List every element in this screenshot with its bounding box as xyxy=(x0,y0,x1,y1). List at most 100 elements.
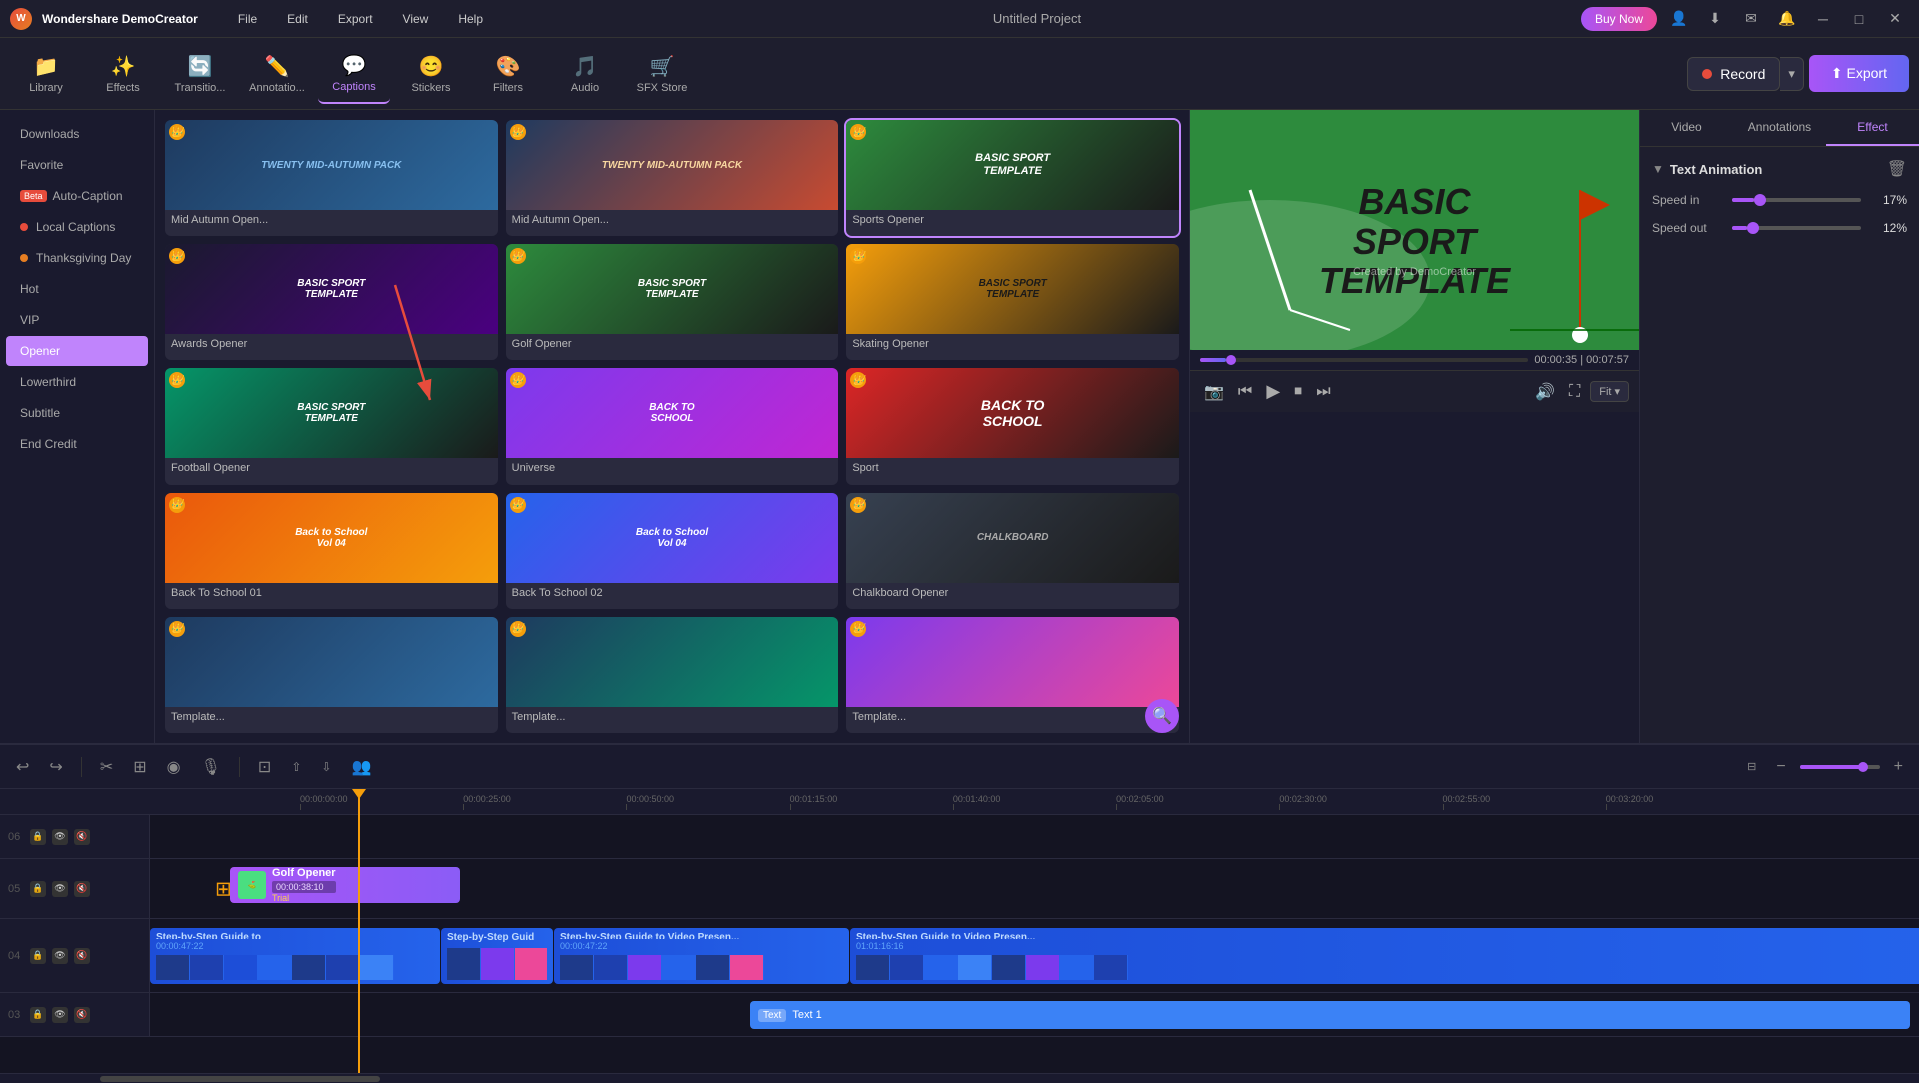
maximize-button[interactable]: □ xyxy=(1845,5,1873,33)
people-button[interactable]: 👥 xyxy=(345,753,377,781)
user-icon[interactable]: 👤 xyxy=(1665,5,1693,33)
bell-icon[interactable]: 🔔 xyxy=(1773,5,1801,33)
template-more2[interactable]: 👑 Template... xyxy=(506,617,839,733)
menu-file[interactable]: File xyxy=(228,8,267,30)
golf-opener-clip[interactable]: ⛳ Golf Opener 00:00:38:10 Trial xyxy=(230,867,460,903)
track-04-eye[interactable]: 👁 xyxy=(52,948,68,964)
preview-timeline[interactable] xyxy=(1200,358,1528,362)
record-button[interactable]: Record xyxy=(1687,57,1780,91)
speed-out-thumb[interactable] xyxy=(1747,222,1759,234)
tab-video[interactable]: Video xyxy=(1640,110,1733,146)
grid-button[interactable]: ⊡ xyxy=(252,753,277,781)
template-back2[interactable]: 👑 Back to SchoolVol 04 Back To School 02 xyxy=(506,493,839,609)
audio-record-button[interactable]: 🎙 xyxy=(195,753,227,781)
toolbar-captions[interactable]: 💬 Captions xyxy=(318,44,390,104)
play-button[interactable]: ▶ xyxy=(1262,377,1284,406)
cloud-icon[interactable]: ⬇ xyxy=(1701,5,1729,33)
volume-button[interactable]: 🔊 xyxy=(1531,378,1559,406)
stop-button[interactable]: ⏹ xyxy=(1290,379,1306,405)
template-chalkboard[interactable]: 👑 CHALKBOARD Chalkboard Opener xyxy=(846,493,1179,609)
split-button[interactable]: ✂ xyxy=(94,753,119,781)
record-dropdown[interactable]: ▾ xyxy=(1780,57,1804,91)
zoom-slider[interactable] xyxy=(1800,765,1880,769)
screenshot-button[interactable]: 📷 xyxy=(1200,378,1228,406)
sidebar-item-lowerthird[interactable]: Lowerthird xyxy=(6,367,148,397)
toolbar-stickers[interactable]: 😊 Stickers xyxy=(395,44,467,104)
track-03-audio[interactable]: 🔇 xyxy=(74,1007,90,1023)
toolbar-filters[interactable]: 🎨 Filters xyxy=(472,44,544,104)
track-05-lock[interactable]: 🔒 xyxy=(30,881,46,897)
collapse-icon[interactable]: ▼ xyxy=(1652,162,1664,176)
toolbar-annotations[interactable]: ✏️ Annotatio... xyxy=(241,44,313,104)
sidebar-item-downloads[interactable]: Downloads xyxy=(6,119,148,149)
fit-dropdown[interactable]: Fit ▾ xyxy=(1590,381,1629,402)
sidebar-item-thanksgiving[interactable]: Thanksgiving Day xyxy=(6,243,148,273)
tab-annotations[interactable]: Annotations xyxy=(1733,110,1826,146)
template-awards[interactable]: 👑 BASIC SPORTTEMPLATE Awards Opener xyxy=(165,244,498,360)
toolbar-effects[interactable]: ✨ Effects xyxy=(87,44,159,104)
toolbar-transitions[interactable]: 🔄 Transitio... xyxy=(164,44,236,104)
template-sports-opener[interactable]: 👑 BASIC SPORTTEMPLATE Sports Opener xyxy=(846,120,1179,236)
zoom-fit-button[interactable]: ⊟ xyxy=(1741,756,1762,777)
speed-in-thumb[interactable] xyxy=(1754,194,1766,206)
video-clip-2[interactable]: Step-by-Step Guid xyxy=(441,928,553,984)
export-button[interactable]: ⬆ Export xyxy=(1809,55,1909,92)
close-button[interactable]: ✕ xyxy=(1881,5,1909,33)
template-skating[interactable]: 👑 BASIC SPORTTEMPLATE Skating Opener xyxy=(846,244,1179,360)
zoom-in-button[interactable]: + xyxy=(1888,754,1909,780)
zoom-out-button[interactable]: − xyxy=(1770,754,1791,780)
scrollbar-thumb[interactable] xyxy=(100,1076,380,1082)
video-clip-3[interactable]: Step-by-Step Guide to Video Presen... 00… xyxy=(554,928,849,984)
template-mid-autumn-2[interactable]: 👑 TWENTY MID-AUTUMN PACK Mid Autumn Open… xyxy=(506,120,839,236)
menu-export[interactable]: Export xyxy=(328,8,383,30)
sidebar-item-favorite[interactable]: Favorite xyxy=(6,150,148,180)
fullscreen-button[interactable]: ⛶ xyxy=(1565,379,1584,405)
template-mid-autumn-1[interactable]: 👑 TWENTY MID-AUTUMN PACK Mid Autumn Open… xyxy=(165,120,498,236)
video-clip-4[interactable]: Step-by-Step Guide to Video Presen... 01… xyxy=(850,928,1919,984)
track-03-eye[interactable]: 👁 xyxy=(52,1007,68,1023)
menu-view[interactable]: View xyxy=(393,8,439,30)
toolbar-audio[interactable]: 🎵 Audio xyxy=(549,44,621,104)
track-04-audio[interactable]: 🔇 xyxy=(74,948,90,964)
sidebar-item-subtitle[interactable]: Subtitle xyxy=(6,398,148,428)
snapshot-button[interactable]: ◉ xyxy=(161,753,187,781)
template-more3[interactable]: 👑 Template... xyxy=(846,617,1179,733)
track-05-eye[interactable]: 👁 xyxy=(52,881,68,897)
delete-animation-button[interactable]: 🗑 xyxy=(1887,159,1907,179)
tab-effect[interactable]: Effect xyxy=(1826,110,1919,146)
text-clip-1[interactable]: Text Text 1 xyxy=(750,1001,1910,1029)
video-clip-1[interactable]: Step-by-Step Guide to 00:00:47:22 xyxy=(150,928,440,984)
buy-now-button[interactable]: Buy Now xyxy=(1581,7,1657,31)
crop-button[interactable]: ⊞ xyxy=(127,753,152,781)
speed-down-button[interactable]: ⇩ xyxy=(315,756,337,778)
track-04-lock[interactable]: 🔒 xyxy=(30,948,46,964)
template-universe[interactable]: 👑 BACK TOSCHOOL Universe xyxy=(506,368,839,484)
redo-button[interactable]: ↪ xyxy=(43,753,68,781)
step-forward-button[interactable]: ⏭ xyxy=(1312,379,1334,405)
zoom-thumb[interactable] xyxy=(1858,762,1868,772)
sidebar-item-opener[interactable]: Opener xyxy=(6,336,148,366)
toolbar-sfx[interactable]: 🛒 SFX Store xyxy=(626,44,698,104)
track-06-eye[interactable]: 👁 xyxy=(52,829,68,845)
speed-up-button[interactable]: ⇧ xyxy=(285,756,307,778)
sidebar-item-vip[interactable]: VIP xyxy=(6,305,148,335)
toolbar-library[interactable]: 📁 Library xyxy=(10,44,82,104)
template-more1[interactable]: 👑 Template... xyxy=(165,617,498,733)
minimize-button[interactable]: ─ xyxy=(1809,5,1837,33)
track-06-lock[interactable]: 🔒 xyxy=(30,829,46,845)
sidebar-item-end-credit[interactable]: End Credit xyxy=(6,429,148,459)
sidebar-item-hot[interactable]: Hot xyxy=(6,274,148,304)
track-05-audio[interactable]: 🔇 xyxy=(74,881,90,897)
sidebar-item-auto-caption[interactable]: Beta Auto-Caption xyxy=(6,181,148,211)
template-sport[interactable]: 👑 BACK TOSCHOOL Sport xyxy=(846,368,1179,484)
sidebar-item-local-captions[interactable]: Local Captions xyxy=(6,212,148,242)
preview-scrubber-thumb[interactable] xyxy=(1226,355,1236,365)
timeline-scrollbar[interactable] xyxy=(0,1073,1919,1083)
track-03-lock[interactable]: 🔒 xyxy=(30,1007,46,1023)
template-football[interactable]: 👑 BASIC SPORTTEMPLATE Football Opener xyxy=(165,368,498,484)
mail-icon[interactable]: ✉ xyxy=(1737,5,1765,33)
undo-button[interactable]: ↩ xyxy=(10,753,35,781)
search-button[interactable]: 🔍 xyxy=(1145,699,1179,733)
template-golf[interactable]: 👑 BASIC SPORTTEMPLATE Golf Opener xyxy=(506,244,839,360)
template-back1[interactable]: 👑 Back to SchoolVol 04 Back To School 01 xyxy=(165,493,498,609)
